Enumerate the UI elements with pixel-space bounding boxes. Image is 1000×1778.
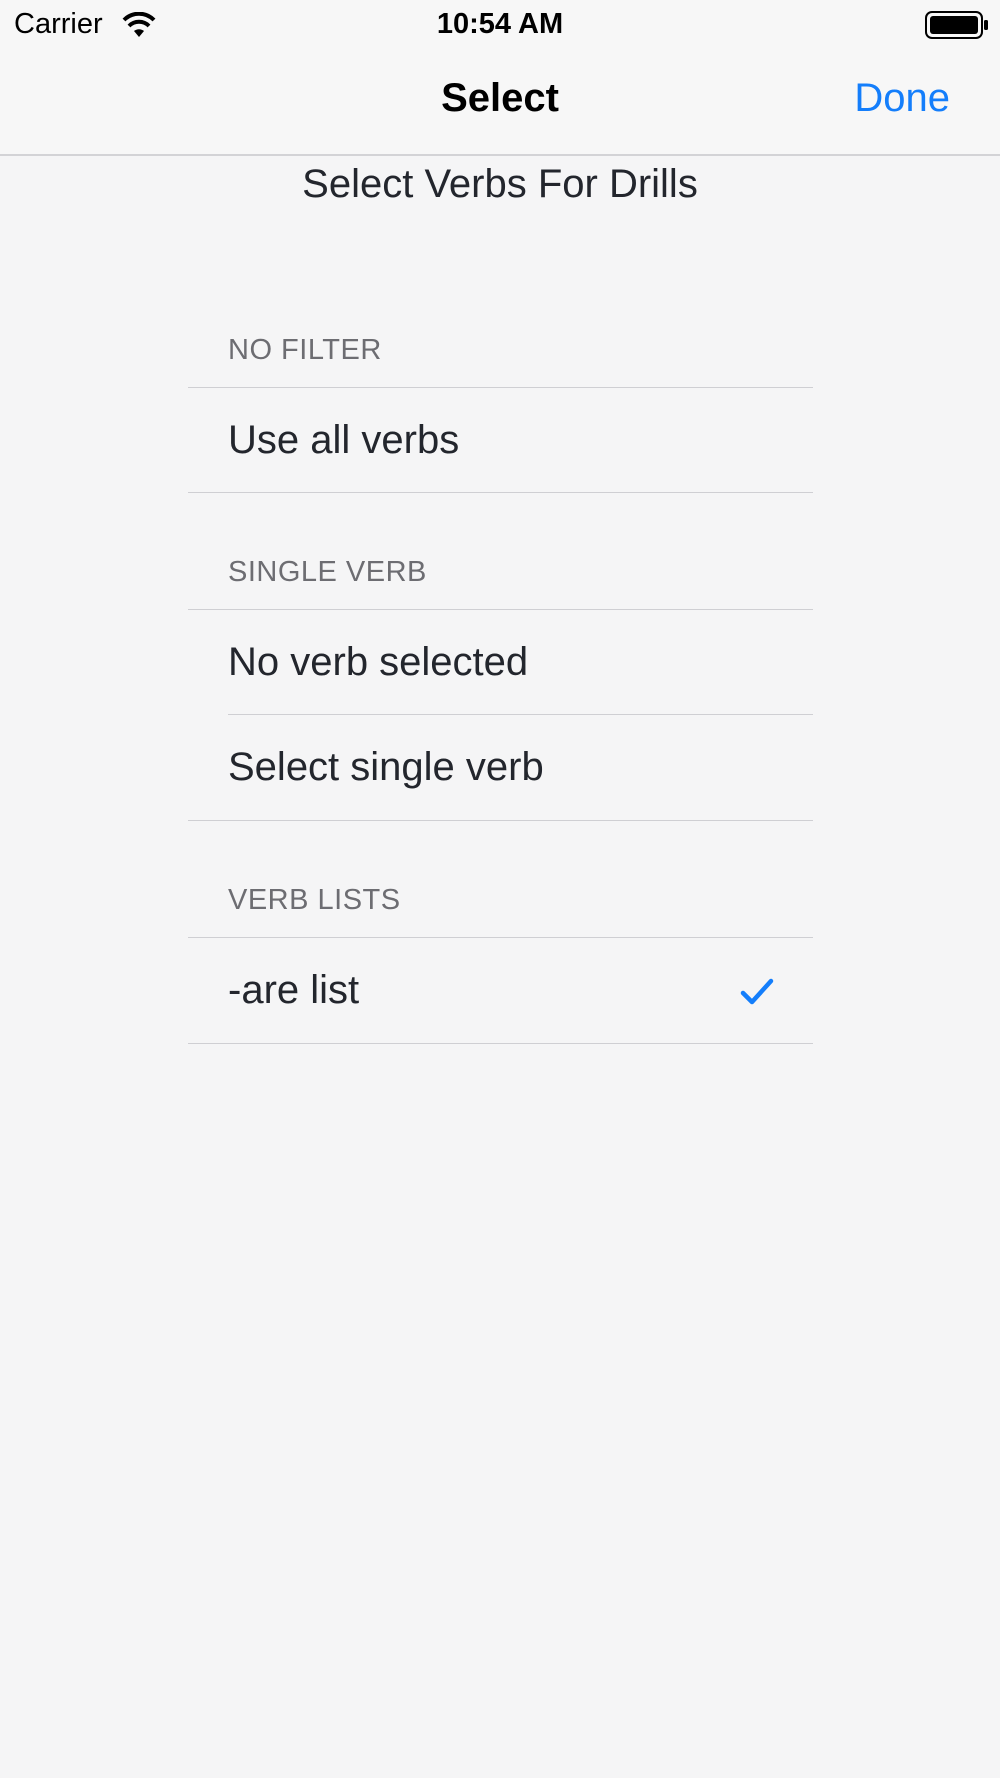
row-label: No verb selected <box>228 640 529 684</box>
checkmark-icon <box>740 978 774 1005</box>
row-label: Select single verb <box>228 745 544 789</box>
page-heading: Select Verbs For Drills <box>302 162 698 206</box>
row-use-all-verbs[interactable]: Use all verbs <box>188 388 813 492</box>
done-button[interactable]: Done <box>854 76 950 121</box>
section-header-verb-lists: VERB LISTS <box>228 884 401 916</box>
divider <box>188 1043 813 1044</box>
navigation-bar: Select Done <box>0 50 1000 156</box>
row-no-verb-selected[interactable]: No verb selected <box>188 610 813 714</box>
row-select-single-verb[interactable]: Select single verb <box>188 715 813 819</box>
status-time: 10:54 AM <box>436 8 564 40</box>
battery-icon <box>925 11 988 39</box>
row-label: -are list <box>228 968 360 1012</box>
divider <box>188 492 813 493</box>
section-header-no-filter: NO FILTER <box>228 334 382 366</box>
section-header-single-verb: SINGLE VERB <box>228 556 427 588</box>
row-are-list[interactable]: -are list <box>188 938 813 1042</box>
nav-title: Select <box>441 76 559 120</box>
status-bar: Carrier 10:54 AM <box>0 0 1000 50</box>
divider <box>188 820 813 821</box>
row-label: Use all verbs <box>228 418 460 462</box>
